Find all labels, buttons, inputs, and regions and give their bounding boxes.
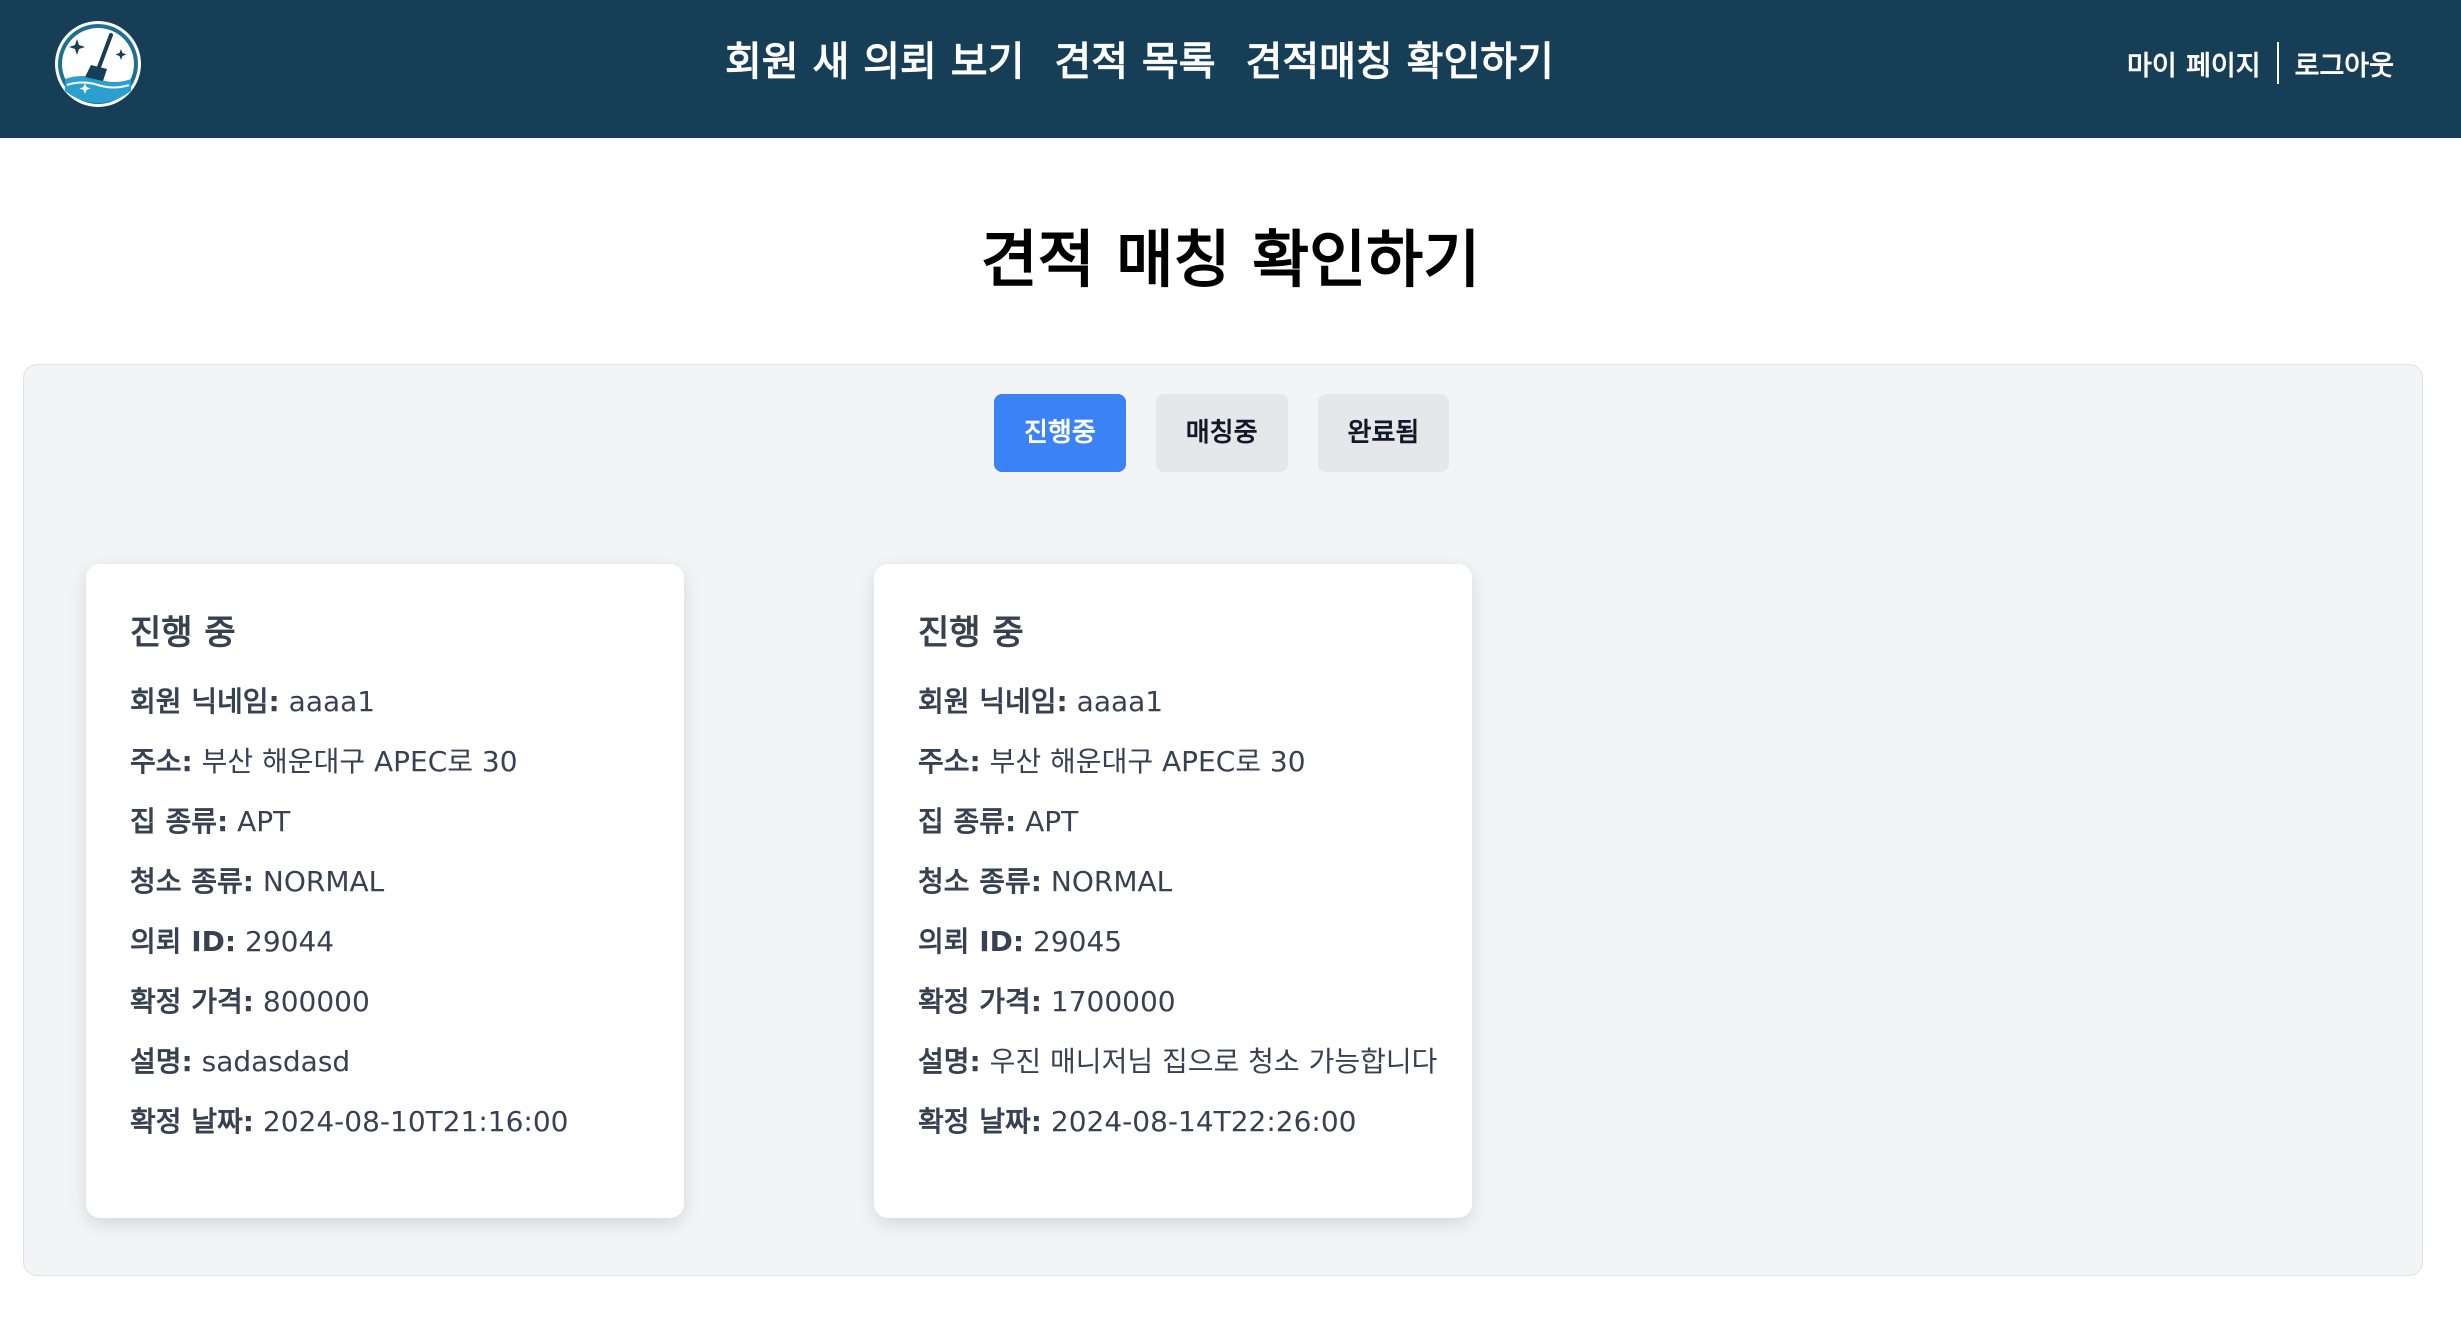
row-label: 확정 가격: (130, 985, 254, 1018)
row-label: 집 종류: (918, 805, 1017, 838)
card-row-confirmed-price: 확정 가격: 1700000 (918, 972, 1428, 1032)
main-nav: 회원 새 의뢰 보기 견적 목록 견적매칭 확인하기 (725, 28, 1554, 88)
card-row-cleaning-type: 청소 종류: NORMAL (918, 852, 1428, 912)
nav-estimate-matching[interactable]: 견적매칭 확인하기 (1246, 29, 1554, 87)
row-value: 800000 (262, 985, 370, 1018)
row-label: 의뢰 ID: (918, 925, 1025, 958)
card-status: 진행 중 (130, 613, 236, 653)
card-status: 진행 중 (918, 613, 1024, 653)
row-label: 회원 닉네임: (918, 685, 1068, 718)
card-row-description: 설명: 우진 매니저님 집으로 청소 가능합니다 (918, 1032, 1437, 1092)
card-row-nickname: 회원 닉네임: aaaa1 (130, 672, 640, 732)
row-value: NORMAL (262, 865, 385, 898)
estimate-card: 진행 중 회원 닉네임: aaaa1 주소: 부산 해운대구 APEC로 30 … (86, 564, 684, 1218)
user-menu: 마이 페이지 로그아웃 (2127, 40, 2394, 86)
estimate-card: 진행 중 회원 닉네임: aaaa1 주소: 부산 해운대구 APEC로 30 … (874, 564, 1472, 1218)
row-value: 1700000 (1050, 985, 1176, 1018)
card-row-confirmed-date: 확정 날짜: 2024-08-10T21:16:00 (130, 1092, 640, 1152)
row-label: 집 종류: (130, 805, 229, 838)
row-label: 청소 종류: (130, 865, 254, 898)
logo-graphic (58, 24, 138, 104)
row-value: 2024-08-14T22:26:00 (1050, 1105, 1357, 1138)
row-value: sadasdasd (201, 1045, 351, 1078)
card-row-house-type: 집 종류: APT (130, 792, 640, 852)
cleaning-broom-icon[interactable] (55, 21, 141, 107)
row-value: APT (1025, 805, 1079, 838)
row-value: 2024-08-10T21:16:00 (262, 1105, 569, 1138)
status-tabs: 진행중 매칭중 완료됨 (994, 394, 1450, 472)
card-row-description: 설명: sadasdasd (130, 1032, 640, 1092)
tab-in-progress[interactable]: 진행중 (994, 394, 1126, 472)
row-label: 확정 날짜: (130, 1105, 254, 1138)
row-label: 설명: (918, 1045, 981, 1078)
card-row-house-type: 집 종류: APT (918, 792, 1428, 852)
row-label: 회원 닉네임: (130, 685, 280, 718)
row-value: APT (237, 805, 291, 838)
row-value: NORMAL (1050, 865, 1173, 898)
page-title: 견적 매칭 확인하기 (980, 223, 1481, 296)
card-row-cleaning-type: 청소 종류: NORMAL (130, 852, 640, 912)
tab-matching[interactable]: 매칭중 (1155, 394, 1288, 472)
matching-panel: 진행중 매칭중 완료됨 진행 중 회원 닉네임: aaaa1 주소: 부산 해운… (23, 364, 2423, 1276)
row-label: 확정 날짜: (918, 1105, 1042, 1138)
card-row-request-id: 의뢰 ID: 29044 (130, 912, 640, 972)
row-value: 부산 해운대구 APEC로 30 (201, 745, 518, 778)
user-menu-divider (2276, 42, 2279, 84)
card-row-confirmed-date: 확정 날짜: 2024-08-14T22:26:00 (918, 1092, 1428, 1152)
card-row-nickname: 회원 닉네임: aaaa1 (918, 672, 1428, 732)
row-value: aaaa1 (288, 685, 376, 718)
row-value: 부산 해운대구 APEC로 30 (989, 745, 1306, 778)
card-row-confirmed-price: 확정 가격: 800000 (130, 972, 640, 1032)
card-row-address: 주소: 부산 해운대구 APEC로 30 (130, 732, 640, 792)
row-value: 29044 (245, 925, 335, 958)
card-row-address: 주소: 부산 해운대구 APEC로 30 (918, 732, 1428, 792)
row-value: 29045 (1033, 925, 1123, 958)
tab-completed[interactable]: 완료됨 (1317, 394, 1450, 472)
top-nav-bar: 회원 새 의뢰 보기 견적 목록 견적매칭 확인하기 마이 페이지 로그아웃 (0, 0, 2461, 138)
row-label: 청소 종류: (918, 865, 1042, 898)
row-label: 의뢰 ID: (130, 925, 237, 958)
row-value: aaaa1 (1076, 685, 1164, 718)
row-label: 확정 가격: (918, 985, 1042, 1018)
logout-link[interactable]: 로그아웃 (2295, 44, 2394, 83)
mypage-link[interactable]: 마이 페이지 (2127, 44, 2261, 83)
row-label: 설명: (130, 1045, 193, 1078)
nav-estimate-list[interactable]: 견적 목록 (1054, 29, 1215, 87)
nav-new-requests[interactable]: 회원 새 의뢰 보기 (725, 29, 1024, 87)
row-label: 주소: (130, 745, 193, 778)
row-value: 우진 매니저님 집으로 청소 가능합니다 (989, 1045, 1438, 1078)
row-label: 주소: (918, 745, 981, 778)
card-row-request-id: 의뢰 ID: 29045 (918, 912, 1428, 972)
